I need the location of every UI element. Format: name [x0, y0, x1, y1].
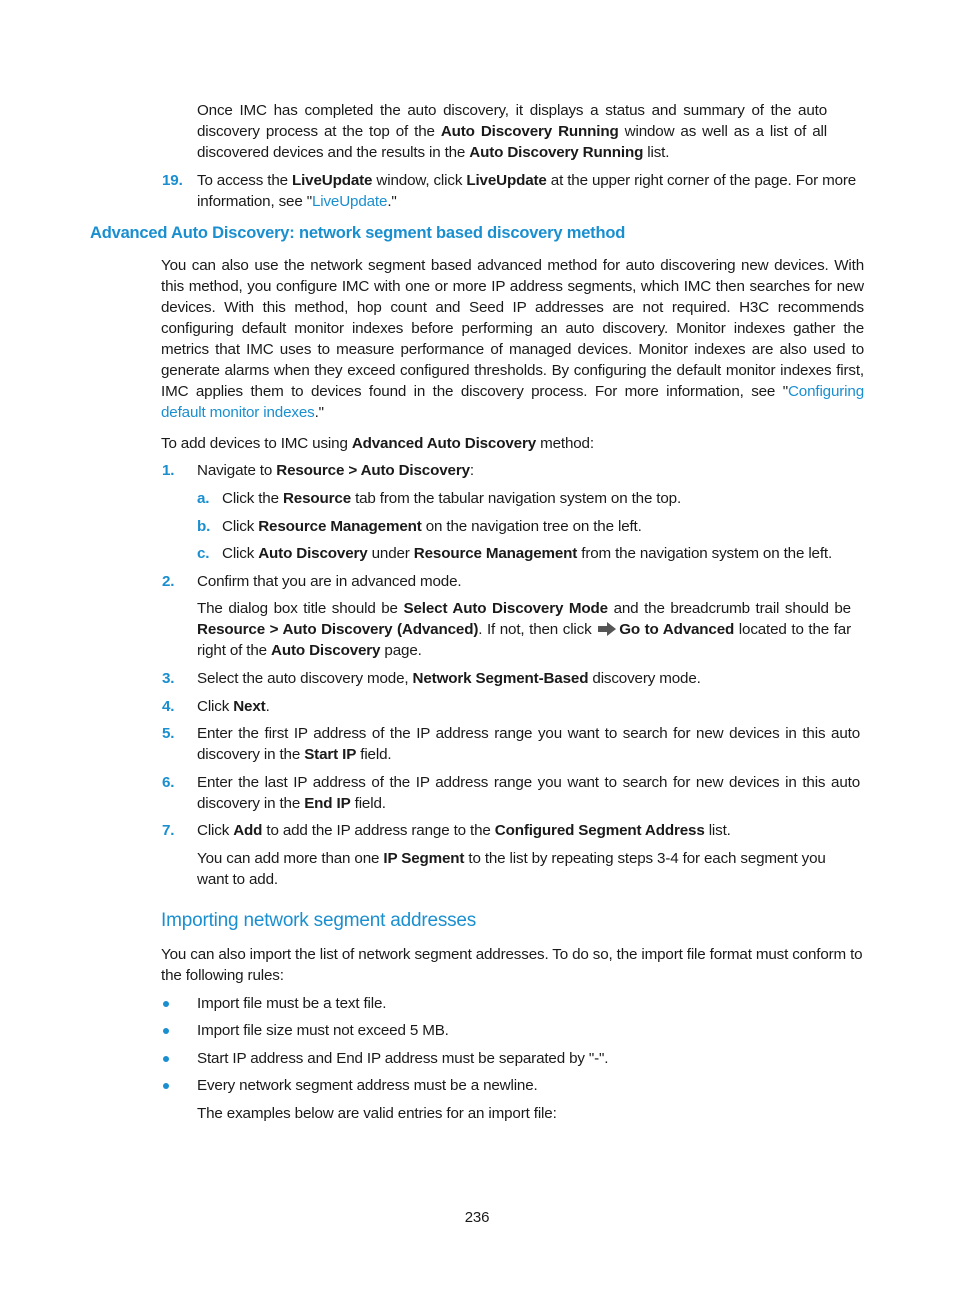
step-number: 19. [162, 172, 183, 189]
step-text: Click Add to add the IP address range to… [197, 822, 731, 839]
step-number: 2. [162, 573, 175, 590]
substep-text: Click Resource Management on the navigat… [222, 518, 642, 535]
liveupdate-link[interactable]: LiveUpdate [312, 193, 387, 210]
step-text: To access the LiveUpdate window, click L… [197, 172, 857, 210]
step-text: Confirm that you are in advanced mode. [197, 573, 462, 590]
step-text: Click Next. [197, 698, 270, 715]
substep-letter: a. [197, 490, 210, 507]
bullet-icon [163, 1083, 169, 1089]
subsection-heading: Importing network segment addresses [161, 910, 477, 931]
step-number: 1. [162, 462, 175, 479]
step-number: 5. [162, 725, 175, 742]
step-text: Enter the last IP address of the IP addr… [197, 774, 860, 812]
subsection-paragraph: You can also import the list of network … [161, 946, 863, 984]
intro-paragraph: Once IMC has completed the auto discover… [197, 102, 827, 161]
step-text: Enter the first IP address of the IP add… [197, 725, 860, 763]
examples-intro: The examples below are valid entries for… [197, 1105, 557, 1122]
substep-text: Click the Resource tab from the tabular … [222, 490, 682, 507]
step-number: 6. [162, 774, 175, 791]
step-text: Navigate to Resource > Auto Discovery: [197, 462, 474, 479]
section-heading: Advanced Auto Discovery: network segment… [90, 224, 626, 242]
substep-letter: c. [197, 545, 210, 562]
step-number: 7. [162, 822, 175, 839]
step-number: 3. [162, 670, 175, 687]
step-number: 4. [162, 698, 175, 715]
page-number: 236 [464, 1209, 490, 1226]
step-note: The dialog box title should be Select Au… [197, 600, 851, 659]
bullet-icon [163, 1001, 169, 1007]
step-note: You can add more than one IP Segment to … [197, 850, 826, 888]
arrow-right-icon [598, 622, 617, 636]
substep-letter: b. [197, 518, 211, 535]
bullet-icon [163, 1056, 169, 1062]
step-text: Select the auto discovery mode, Network … [197, 670, 701, 687]
section-paragraph: You can also use the network segment bas… [161, 257, 864, 421]
substep-text: Click Auto Discovery under Resource Mana… [222, 545, 833, 562]
bullet-icon [163, 1028, 169, 1034]
procedure-lead: To add devices to IMC using Advanced Aut… [161, 435, 594, 452]
